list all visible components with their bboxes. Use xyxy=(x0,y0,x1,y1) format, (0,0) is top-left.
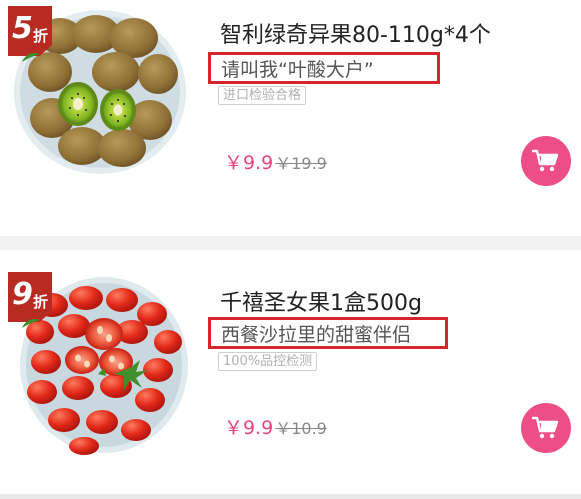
add-to-cart-button[interactable] xyxy=(521,403,571,453)
add-to-cart-button[interactable] xyxy=(521,136,571,186)
discount-badge: 9 折 xyxy=(8,272,52,322)
card-separator xyxy=(0,236,581,250)
price-row: ￥9.9 ￥19.9 xyxy=(224,148,327,175)
product-card[interactable]: 9 折 千禧圣女果1盒500g 西餐沙拉里的甜蜜伴侣 100%品控检测 ￥9.9… xyxy=(0,250,581,494)
shopping-cart-icon xyxy=(532,416,559,439)
leaf-icon xyxy=(22,52,40,62)
product-tag: 进口检验合格 xyxy=(218,86,307,105)
product-card[interactable]: 5 折 智利绿奇异果80-110g*4个 请叫我“叶酸大户” 进口检验合格 ￥9… xyxy=(0,0,581,236)
product-tag: 100%品控检测 xyxy=(218,352,318,371)
bottom-divider xyxy=(0,494,581,499)
discount-badge: 5 折 xyxy=(8,6,52,56)
original-price: ￥10.9 xyxy=(275,419,327,438)
product-title[interactable]: 千禧圣女果1盒500g xyxy=(220,290,422,318)
current-price: ￥9.9 xyxy=(224,417,274,439)
product-title[interactable]: 智利绿奇异果80-110g*4个 xyxy=(220,22,491,50)
leaf-icon xyxy=(22,318,40,328)
current-price: ￥9.9 xyxy=(224,152,274,174)
discount-number: 9 xyxy=(12,277,33,312)
discount-unit: 折 xyxy=(33,27,49,45)
product-subtitle: 西餐沙拉里的甜蜜伴侣 xyxy=(208,317,448,349)
product-subtitle: 请叫我“叶酸大户” xyxy=(208,52,440,84)
shopping-cart-icon xyxy=(532,149,559,172)
discount-unit: 折 xyxy=(33,293,49,311)
price-row: ￥9.9 ￥10.9 xyxy=(224,413,327,440)
original-price: ￥19.9 xyxy=(275,154,327,173)
discount-number: 5 xyxy=(12,11,33,46)
